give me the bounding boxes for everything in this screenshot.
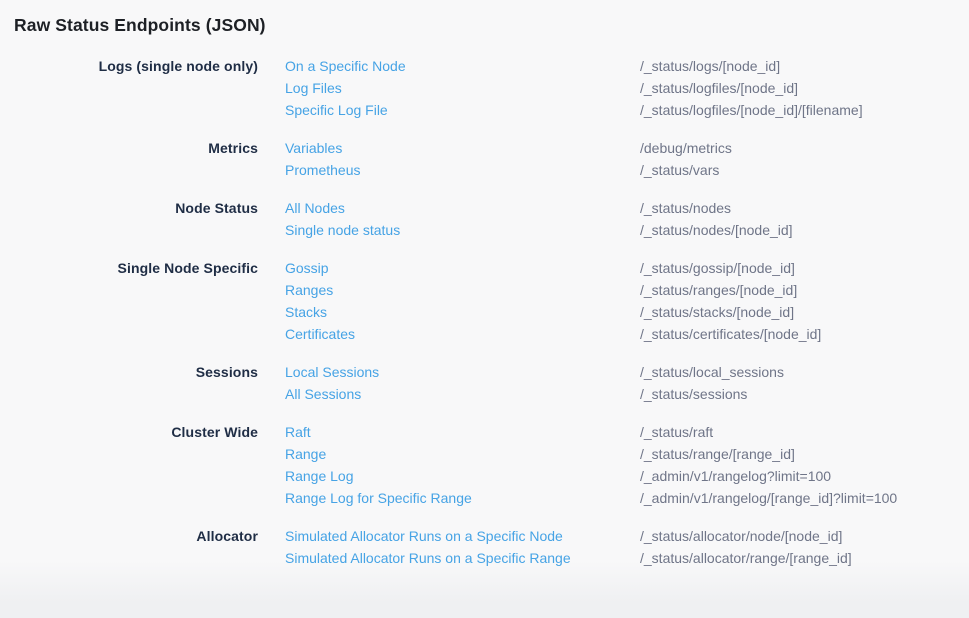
paths-column: /_status/gossip/[node_id] /_status/range… xyxy=(640,257,969,345)
endpoint-path: /_status/logfiles/[node_id]/[filename] xyxy=(640,99,969,121)
endpoint-path: /_status/logfiles/[node_id] xyxy=(640,77,969,99)
link-all-nodes[interactable]: All Nodes xyxy=(285,197,613,219)
endpoints-table: Logs (single node only) On a Specific No… xyxy=(0,55,969,569)
section-label-metrics: Metrics xyxy=(0,137,258,181)
endpoint-path: /_status/ranges/[node_id] xyxy=(640,279,969,301)
endpoint-path: /_status/raft xyxy=(640,421,969,443)
endpoint-path: /_admin/v1/rangelog/[range_id]?limit=100 xyxy=(640,487,969,509)
endpoint-path: /_status/certificates/[node_id] xyxy=(640,323,969,345)
links-column: Raft Range Range Log Range Log for Speci… xyxy=(285,421,613,509)
link-local-sessions[interactable]: Local Sessions xyxy=(285,361,613,383)
paths-column: /_status/local_sessions /_status/session… xyxy=(640,361,969,405)
endpoint-path: /_status/allocator/range/[range_id] xyxy=(640,547,969,569)
section-label-allocator: Allocator xyxy=(0,525,258,569)
link-range[interactable]: Range xyxy=(285,443,613,465)
endpoint-path: /_status/nodes/[node_id] xyxy=(640,219,969,241)
section-label-logs: Logs (single node only) xyxy=(0,55,258,121)
links-column: Gossip Ranges Stacks Certificates xyxy=(285,257,613,345)
endpoint-path: /_status/nodes xyxy=(640,197,969,219)
link-ranges[interactable]: Ranges xyxy=(285,279,613,301)
paths-column: /_status/nodes /_status/nodes/[node_id] xyxy=(640,197,969,241)
link-range-log[interactable]: Range Log xyxy=(285,465,613,487)
links-column: Simulated Allocator Runs on a Specific N… xyxy=(285,525,613,569)
endpoint-path: /debug/metrics xyxy=(640,137,969,159)
link-specific-log-file[interactable]: Specific Log File xyxy=(285,99,613,121)
link-certificates[interactable]: Certificates xyxy=(285,323,613,345)
links-column: Local Sessions All Sessions xyxy=(285,361,613,405)
link-log-files[interactable]: Log Files xyxy=(285,77,613,99)
section-sessions: Sessions Local Sessions All Sessions /_s… xyxy=(0,361,969,405)
link-variables[interactable]: Variables xyxy=(285,137,613,159)
links-column: All Nodes Single node status xyxy=(285,197,613,241)
paths-column: /_status/logs/[node_id] /_status/logfile… xyxy=(640,55,969,121)
section-label-cluster-wide: Cluster Wide xyxy=(0,421,258,509)
endpoint-path: /_status/sessions xyxy=(640,383,969,405)
endpoint-path: /_status/range/[range_id] xyxy=(640,443,969,465)
link-on-a-specific-node[interactable]: On a Specific Node xyxy=(285,55,613,77)
section-cluster-wide: Cluster Wide Raft Range Range Log Range … xyxy=(0,421,969,509)
link-prometheus[interactable]: Prometheus xyxy=(285,159,613,181)
endpoint-path: /_status/local_sessions xyxy=(640,361,969,383)
endpoint-path: /_status/stacks/[node_id] xyxy=(640,301,969,323)
link-gossip[interactable]: Gossip xyxy=(285,257,613,279)
endpoint-path: /_admin/v1/rangelog?limit=100 xyxy=(640,465,969,487)
link-range-log-for-specific-range[interactable]: Range Log for Specific Range xyxy=(285,487,613,509)
section-node-status: Node Status All Nodes Single node status… xyxy=(0,197,969,241)
links-column: On a Specific Node Log Files Specific Lo… xyxy=(285,55,613,121)
link-simulated-allocator-runs-range[interactable]: Simulated Allocator Runs on a Specific R… xyxy=(285,547,613,569)
paths-column: /_status/raft /_status/range/[range_id] … xyxy=(640,421,969,509)
link-all-sessions[interactable]: All Sessions xyxy=(285,383,613,405)
section-label-sessions: Sessions xyxy=(0,361,258,405)
section-single-node-specific: Single Node Specific Gossip Ranges Stack… xyxy=(0,257,969,345)
link-simulated-allocator-runs-node[interactable]: Simulated Allocator Runs on a Specific N… xyxy=(285,525,613,547)
links-column: Variables Prometheus xyxy=(285,137,613,181)
paths-column: /_status/allocator/node/[node_id] /_stat… xyxy=(640,525,969,569)
link-single-node-status[interactable]: Single node status xyxy=(285,219,613,241)
endpoint-path: /_status/vars xyxy=(640,159,969,181)
section-label-single-node-specific: Single Node Specific xyxy=(0,257,258,345)
section-metrics: Metrics Variables Prometheus /debug/metr… xyxy=(0,137,969,181)
link-stacks[interactable]: Stacks xyxy=(285,301,613,323)
link-raft[interactable]: Raft xyxy=(285,421,613,443)
section-allocator: Allocator Simulated Allocator Runs on a … xyxy=(0,525,969,569)
page-title: Raw Status Endpoints (JSON) xyxy=(14,15,969,36)
section-logs: Logs (single node only) On a Specific No… xyxy=(0,55,969,121)
endpoint-path: /_status/logs/[node_id] xyxy=(640,55,969,77)
endpoint-path: /_status/allocator/node/[node_id] xyxy=(640,525,969,547)
endpoint-path: /_status/gossip/[node_id] xyxy=(640,257,969,279)
section-label-node-status: Node Status xyxy=(0,197,258,241)
paths-column: /debug/metrics /_status/vars xyxy=(640,137,969,181)
